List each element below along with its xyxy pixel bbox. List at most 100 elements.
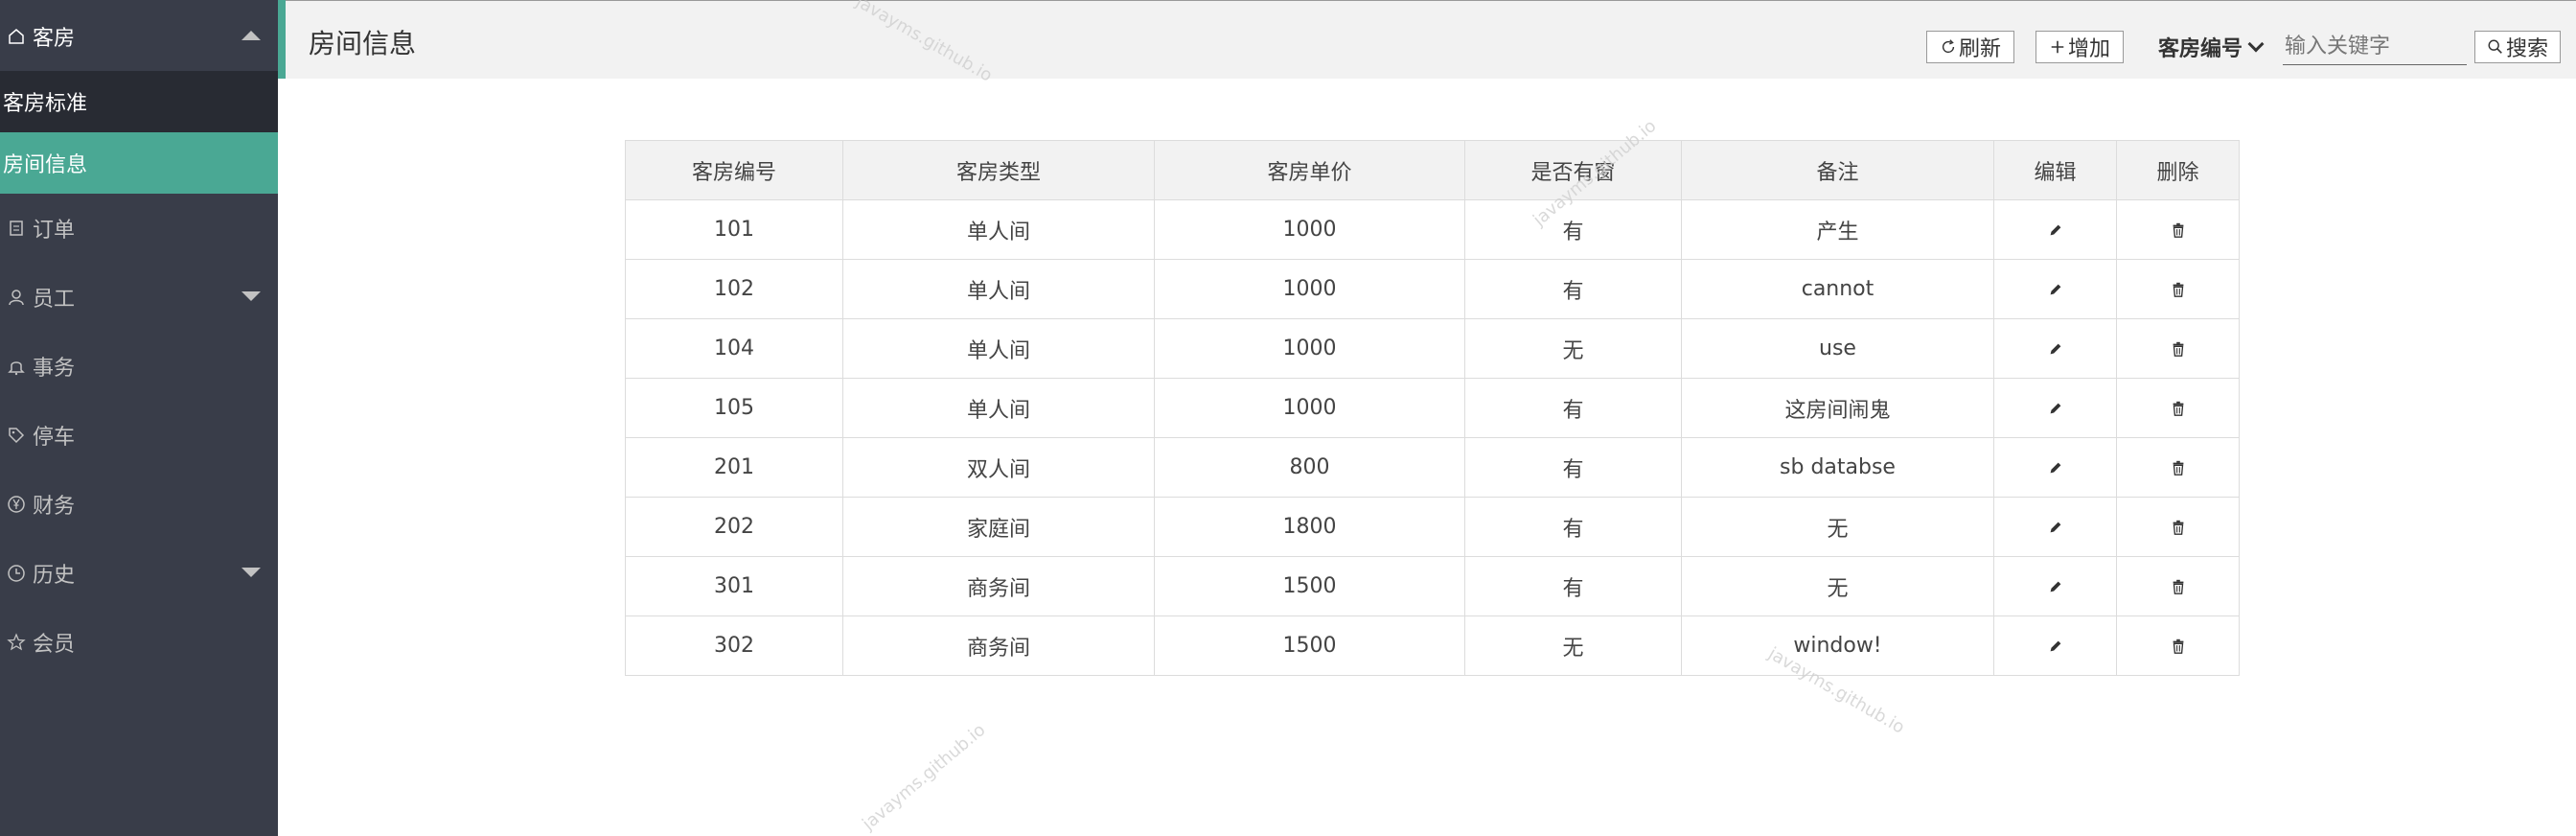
sidebar-item-staff[interactable]: 员工 — [0, 263, 278, 332]
cell-room-id: 201 — [625, 437, 843, 498]
delete-button[interactable] — [2116, 259, 2240, 319]
sidebar-subitem-room-standard[interactable]: 客房标准 — [0, 71, 278, 132]
table-row: 105 单人间 1000 有这房间闹鬼 — [625, 378, 2240, 438]
trash-icon — [2170, 574, 2187, 598]
pencil-icon — [2047, 455, 2064, 479]
cell-room-id: 302 — [625, 615, 843, 676]
sidebar-item-label: 事务 — [33, 357, 76, 381]
cell-price: 800 — [1154, 437, 1465, 498]
delete-button[interactable] — [2116, 556, 2240, 616]
chevron-down-icon — [242, 291, 261, 301]
cell-window: 有 — [1464, 378, 1682, 438]
cell-window: 有 — [1464, 497, 1682, 557]
sidebar-item-label: 停车 — [33, 426, 76, 450]
sidebar-item-label: 会员 — [33, 633, 76, 657]
edit-button[interactable] — [1993, 556, 2117, 616]
sidebar-item-affairs[interactable]: 事务 — [0, 332, 278, 401]
sidebar-item-parking[interactable]: 停车 — [0, 401, 278, 470]
refresh-icon — [1942, 39, 1955, 54]
table-row: 302 商务间 1500 无 window! — [625, 615, 2240, 676]
delete-button[interactable] — [2116, 437, 2240, 498]
edit-button[interactable] — [1993, 497, 2117, 557]
search-input[interactable] — [2283, 29, 2467, 65]
edit-button[interactable] — [1993, 199, 2117, 260]
pencil-icon — [2047, 574, 2064, 598]
pencil-icon — [2047, 634, 2064, 658]
star-icon — [2, 628, 31, 657]
cell-room-id: 202 — [625, 497, 843, 557]
yen-icon — [2, 490, 31, 519]
edit-button[interactable] — [1993, 318, 2117, 379]
trash-icon — [2170, 455, 2187, 479]
sidebar-subitem-label: 房间信息 — [3, 153, 88, 177]
sidebar-item-label: 订单 — [33, 219, 76, 243]
cell-room-id: 101 — [625, 199, 843, 260]
refresh-button-label: 刷新 — [1958, 37, 2001, 61]
cell-room-type: 单人间 — [842, 199, 1155, 260]
sidebar-item-label: 客房 — [33, 27, 76, 51]
pencil-icon — [2047, 337, 2064, 360]
column-header-price: 客房单价 — [1154, 140, 1465, 200]
cell-price: 1500 — [1154, 556, 1465, 616]
cell-price: 1000 — [1154, 318, 1465, 379]
sidebar-item-members[interactable]: 会员 — [0, 608, 278, 677]
watermark: javayms.github.io — [859, 719, 990, 835]
delete-button[interactable] — [2116, 318, 2240, 379]
add-button-label: 增加 — [2067, 37, 2110, 61]
table-row: 101 单人间 1000 有产生 — [625, 199, 2240, 260]
cell-price: 1500 — [1154, 615, 1465, 676]
column-header-note: 备注 — [1681, 140, 1994, 200]
cell-room-type: 单人间 — [842, 318, 1155, 379]
sidebar-item-label: 员工 — [33, 288, 76, 312]
cell-window: 无 — [1464, 615, 1682, 676]
trash-icon — [2170, 515, 2187, 539]
sidebar-subitem-room-info[interactable]: 房间信息 — [0, 132, 278, 194]
pencil-icon — [2047, 277, 2064, 301]
page-title: 房间信息 — [309, 28, 417, 59]
cell-price: 1800 — [1154, 497, 1465, 557]
cell-note: 产生 — [1681, 199, 1994, 260]
search-field-select[interactable]: 客房编号 — [2158, 31, 2265, 63]
cell-window: 无 — [1464, 318, 1682, 379]
trash-icon — [2170, 218, 2187, 242]
edit-button[interactable] — [1993, 378, 2117, 438]
delete-button[interactable] — [2116, 615, 2240, 676]
cell-note: sb databse — [1681, 437, 1994, 498]
sidebar-item-history[interactable]: 历史 — [0, 539, 278, 608]
rooms-table: 客房编号 客房类型 客房单价 是否有窗 备注 编辑 删除 101 单人间 1000 有… — [625, 140, 2240, 676]
add-button[interactable]: 增加 — [2036, 31, 2124, 63]
cell-note: use — [1681, 318, 1994, 379]
column-header-delete: 删除 — [2116, 140, 2240, 200]
delete-button[interactable] — [2116, 497, 2240, 557]
sidebar-item-finance[interactable]: 财务 — [0, 470, 278, 539]
cell-note: cannot — [1681, 259, 1994, 319]
chevron-down-icon — [2247, 35, 2265, 53]
trash-icon — [2170, 277, 2187, 301]
cell-window: 有 — [1464, 259, 1682, 319]
refresh-button[interactable]: 刷新 — [1926, 31, 2014, 63]
trash-icon — [2170, 337, 2187, 360]
cell-room-type: 单人间 — [842, 259, 1155, 319]
cell-room-type: 家庭间 — [842, 497, 1155, 557]
search-button[interactable]: 搜索 — [2474, 31, 2561, 63]
delete-button[interactable] — [2116, 199, 2240, 260]
search-button-label: 搜索 — [2505, 37, 2548, 61]
trash-icon — [2170, 396, 2187, 420]
edit-button[interactable] — [1993, 259, 2117, 319]
edit-button[interactable] — [1993, 615, 2117, 676]
cell-price: 1000 — [1154, 259, 1465, 319]
chevron-up-icon — [242, 31, 261, 40]
header-accent-bar — [278, 0, 286, 79]
cell-room-type: 单人间 — [842, 378, 1155, 438]
edit-button[interactable] — [1993, 437, 2117, 498]
table-row: 301 商务间 1500 有无 — [625, 556, 2240, 616]
delete-button[interactable] — [2116, 378, 2240, 438]
cell-room-type: 双人间 — [842, 437, 1155, 498]
table-row: 201 双人间 800 有 sb databse — [625, 437, 2240, 498]
table-row: 202 家庭间 1800 有无 — [625, 497, 2240, 557]
cell-note: 无 — [1681, 556, 1994, 616]
sidebar-item-orders[interactable]: 订单 — [0, 194, 278, 263]
sidebar-item-rooms[interactable]: 客房 — [0, 2, 278, 71]
column-header-edit: 编辑 — [1993, 140, 2117, 200]
pencil-icon — [2047, 396, 2064, 420]
